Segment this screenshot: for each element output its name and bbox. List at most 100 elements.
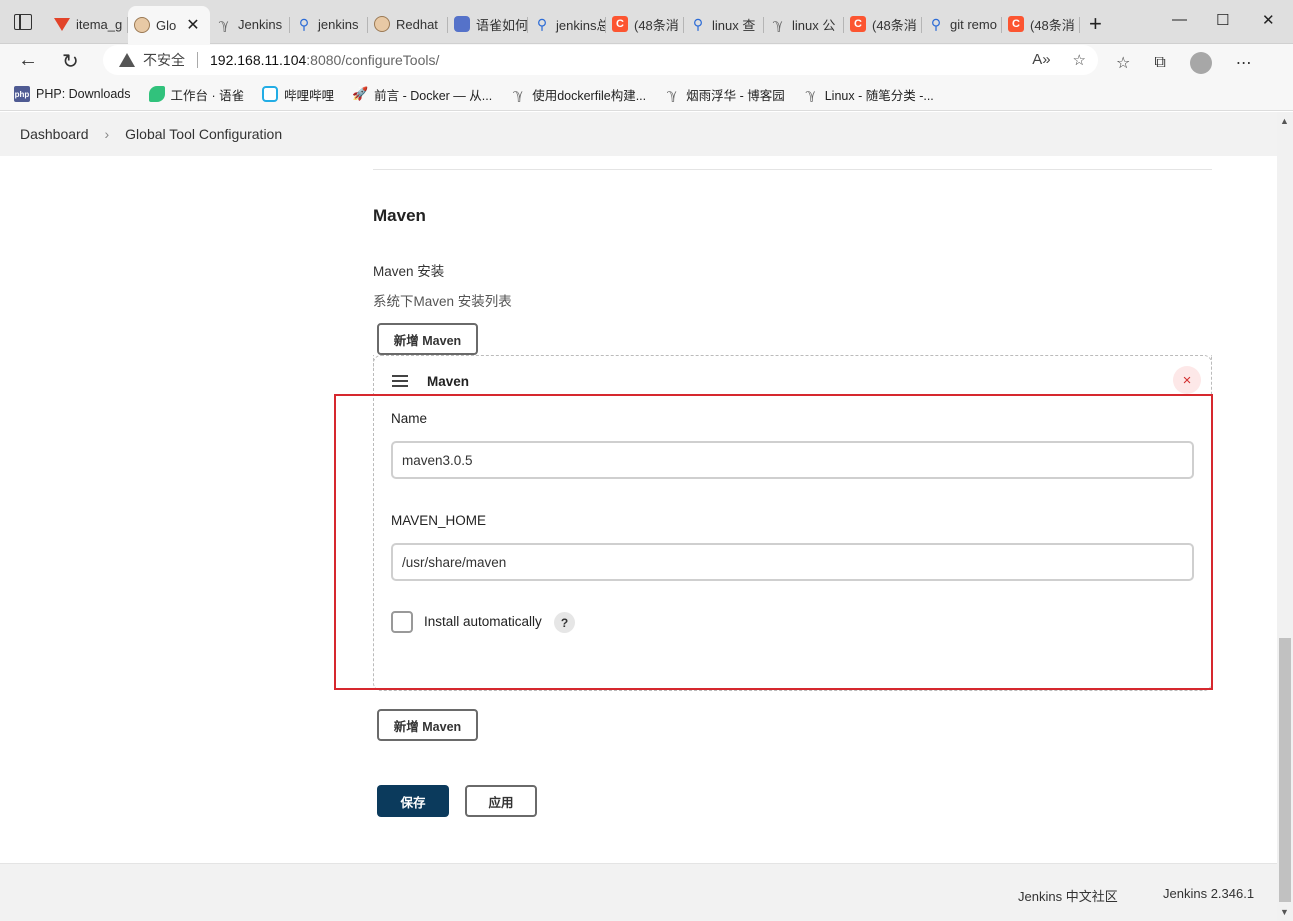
yuque-icon: ℽ: [218, 15, 230, 32]
jenkins-icon: [374, 16, 390, 32]
breadcrumb: Dashboard › Global Tool Configuration: [0, 112, 1277, 156]
gitlab-icon: [54, 16, 70, 32]
browser-tab[interactable]: ⚲ jenkins总: [528, 8, 606, 40]
yuque-icon: ℽ: [772, 15, 784, 32]
tab-title: git remo: [950, 16, 997, 32]
insecure-label[interactable]: 不安全: [143, 50, 185, 70]
bookmark-item[interactable]: ℽ 使用dockerfile构建...: [510, 85, 646, 104]
bookmark-item[interactable]: php PHP: Downloads: [14, 86, 131, 102]
bookmark-label: 前言 - Docker — 从...: [374, 88, 493, 103]
installation-title: Maven: [427, 374, 470, 389]
yuque-icon: [148, 86, 165, 102]
bookmark-item[interactable]: ℽ Linux - 随笔分类 -...: [803, 85, 934, 104]
maven-section-title: Maven: [373, 206, 426, 225]
tab-title: jenkins: [318, 16, 359, 32]
baidu-icon: [454, 16, 470, 32]
read-aloud-icon[interactable]: A»: [1032, 51, 1050, 69]
bookmark-item[interactable]: ℽ 烟雨浮华 - 博客园: [664, 85, 785, 104]
install-automatically-checkbox[interactable]: [391, 611, 413, 633]
profile-avatar[interactable]: [1189, 52, 1212, 74]
drag-handle-icon[interactable]: [392, 375, 408, 390]
more-menu-icon[interactable]: ⋯: [1236, 53, 1252, 73]
url-path: :8080/configureTools/: [306, 52, 440, 68]
csdn-icon: C: [850, 16, 866, 32]
browser-tab[interactable]: C (48条消: [606, 8, 684, 40]
page-footer: Jenkins 中文社区 Jenkins 2.346.1: [0, 863, 1277, 921]
new-tab-plus-icon[interactable]: +: [1089, 11, 1102, 37]
maven-installations-description: 系统下Maven 安装列表: [373, 294, 512, 309]
tab-title: Glo: [156, 17, 177, 33]
scrollbar-thumb[interactable]: [1279, 638, 1291, 902]
bookmark-label: 哔哩哔哩: [284, 88, 335, 103]
tab-title: Redhat: [396, 16, 438, 32]
tab-title: 语雀如何: [476, 17, 528, 33]
install-automatically-label[interactable]: Install automatically: [424, 614, 542, 629]
tab-title: linux 查: [712, 17, 756, 33]
bookmark-item[interactable]: 工作台 · 语雀: [148, 85, 245, 104]
cnblogs-icon: ℽ: [805, 85, 816, 102]
maven-name-input[interactable]: [391, 441, 1194, 479]
bookmark-label: 工作台 · 语雀: [170, 88, 245, 103]
delete-installation-close-icon[interactable]: ×: [1173, 366, 1201, 394]
jenkins-version-link[interactable]: Jenkins 2.346.1: [1163, 886, 1254, 901]
php-icon: php: [14, 86, 30, 102]
bookmark-label: 烟雨浮华 - 博客园: [686, 88, 785, 103]
jenkins-community-link[interactable]: Jenkins 中文社区: [1018, 886, 1118, 905]
bookmark-label: Linux - 随笔分类 -...: [824, 88, 934, 103]
name-label: Name: [391, 411, 428, 426]
csdn-icon: C: [1008, 16, 1024, 32]
tab-title: (48条消: [634, 17, 679, 33]
favorites-icon[interactable]: ☆: [1116, 53, 1130, 73]
search-icon: ⚲: [536, 15, 548, 32]
search-icon: ⚲: [298, 15, 310, 32]
save-button[interactable]: 保存: [377, 785, 449, 817]
scroll-up-arrow-icon[interactable]: ▲: [1280, 116, 1289, 126]
tab-title: Jenkins: [238, 16, 283, 32]
close-tab-icon[interactable]: ✕: [186, 15, 199, 35]
breadcrumb-current-link[interactable]: Global Tool Configuration: [125, 126, 282, 142]
browser-tab[interactable]: ⚲ git remo: [922, 8, 1002, 40]
bookmark-label: 使用dockerfile构建...: [532, 88, 647, 103]
help-question-icon[interactable]: ?: [554, 612, 575, 633]
maximize-icon[interactable]: ☐: [1216, 11, 1229, 29]
breadcrumb-dashboard-link[interactable]: Dashboard: [20, 126, 89, 142]
scroll-down-arrow-icon[interactable]: ▼: [1280, 907, 1289, 917]
add-favorite-icon[interactable]: ☆: [1073, 51, 1086, 69]
bookmark-item[interactable]: 🚀 前言 - Docker — 从...: [352, 85, 492, 104]
section-divider: [373, 169, 1212, 170]
tab-title: itema_g: [76, 16, 123, 32]
browser-tab[interactable]: Redhat: [368, 8, 448, 40]
tab-title: linux 公: [792, 17, 836, 33]
tab-actions-icon[interactable]: [14, 14, 32, 30]
add-maven-button-bottom[interactable]: 新增 Maven: [377, 709, 478, 741]
annotation-highlight-box: [334, 394, 1213, 690]
browser-tab[interactable]: ℽ linux 公: [764, 8, 844, 40]
browser-tab[interactable]: C (48条消: [844, 8, 922, 40]
add-maven-button[interactable]: 新增 Maven: [377, 323, 478, 355]
bookmark-item[interactable]: 哔哩哔哩: [262, 85, 334, 104]
apply-button[interactable]: 应用: [465, 785, 537, 817]
browser-tab[interactable]: ℽ Jenkins: [210, 8, 290, 40]
browser-tab[interactable]: ⚲ jenkins: [290, 8, 368, 40]
jenkins-icon: [134, 17, 150, 33]
back-arrow-icon[interactable]: ←: [18, 49, 38, 72]
search-icon: ⚲: [930, 15, 942, 32]
tab-title: (48条消: [1030, 17, 1075, 33]
browser-tab[interactable]: itema_g: [48, 8, 128, 40]
browser-tab-active[interactable]: Glo ✕: [128, 6, 210, 44]
refresh-icon[interactable]: ↻: [62, 49, 79, 74]
warning-icon: [119, 53, 135, 67]
browser-tab[interactable]: ⚲ linux 查: [684, 8, 764, 40]
url-field[interactable]: 不安全 192.168.11.104:8080/configureTools/ …: [103, 45, 1098, 75]
browser-tab[interactable]: 语雀如何: [448, 8, 528, 40]
browser-tab[interactable]: C (48条消: [1002, 8, 1080, 40]
csdn-icon: C: [612, 16, 628, 32]
page-scrollbar[interactable]: ▲ ▼: [1277, 112, 1293, 921]
rocket-icon: 🚀: [352, 86, 369, 101]
maven-home-input[interactable]: [391, 543, 1194, 581]
close-window-icon[interactable]: ✕: [1262, 11, 1275, 29]
minimize-icon[interactable]: —: [1172, 11, 1187, 28]
jenkins-page: Dashboard › Global Tool Configuration Ma…: [0, 112, 1277, 921]
collections-icon[interactable]: ⧉: [1154, 54, 1165, 72]
maven-installations-label: Maven 安装: [373, 264, 445, 279]
